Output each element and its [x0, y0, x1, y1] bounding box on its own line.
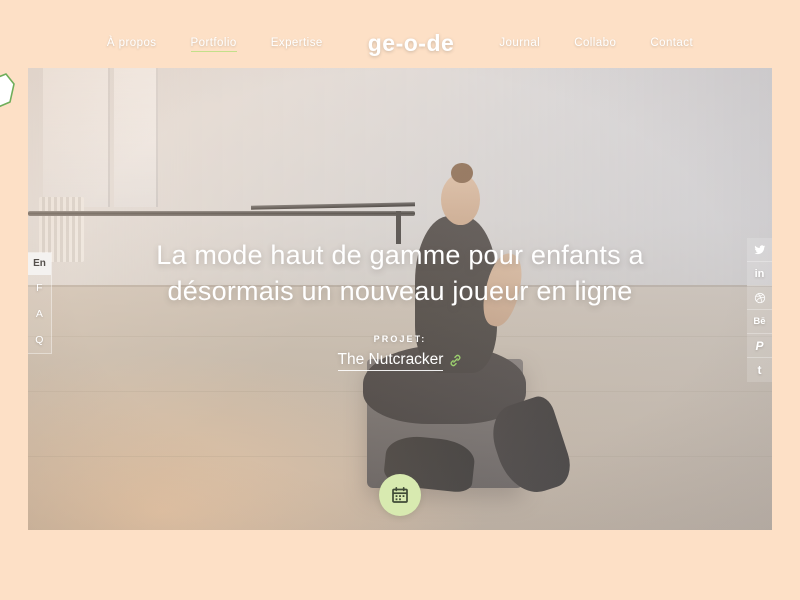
- project-link-row: The Nutcracker: [0, 351, 800, 371]
- twitter-icon: [754, 244, 765, 254]
- dribbble-icon: [754, 292, 765, 303]
- page-title: La mode haut de gamme pour enfants a dés…: [156, 240, 644, 306]
- project-link[interactable]: The Nutcracker: [337, 351, 444, 371]
- link-chain-icon[interactable]: [449, 354, 462, 367]
- site-logo[interactable]: ge-o-de: [368, 30, 455, 57]
- social-link-linkedin[interactable]: in: [747, 262, 772, 286]
- nav-link-portfolio[interactable]: Portfolio: [190, 34, 237, 52]
- language-tab-en[interactable]: En: [28, 253, 51, 275]
- nav-left-group: À propos Portfolio Expertise: [90, 34, 340, 52]
- studio-window: [42, 68, 110, 207]
- calendar-icon: [392, 486, 408, 503]
- ballet-barre: [28, 211, 415, 217]
- nav-link-expertise[interactable]: Expertise: [271, 34, 323, 52]
- dancer-hair-bun: [450, 162, 473, 184]
- faq-tab-letter-a[interactable]: A: [28, 301, 51, 327]
- social-link-dribbble[interactable]: [747, 286, 772, 310]
- calendar-cta-button[interactable]: [379, 474, 421, 516]
- nav-right-group: Journal Collabo Contact: [482, 34, 710, 52]
- studio-window: [113, 68, 159, 207]
- social-links-rail: in Bē P t: [747, 238, 772, 382]
- project-label: PROJET:: [373, 333, 427, 344]
- faq-tab-letter-f[interactable]: F: [28, 275, 51, 301]
- social-link-tumblr[interactable]: t: [747, 358, 772, 382]
- nav-link-journal[interactable]: Journal: [499, 34, 540, 52]
- faq-tab-letter-q[interactable]: Q: [28, 327, 51, 353]
- main-navigation: À propos Portfolio Expertise ge-o-de Jou…: [0, 28, 800, 58]
- nav-link-collabo[interactable]: Collabo: [574, 34, 616, 52]
- social-link-twitter[interactable]: [747, 238, 772, 262]
- left-side-tabs: En F A Q: [28, 252, 52, 354]
- social-link-behance[interactable]: Bē: [747, 310, 772, 334]
- pinterest-icon: P: [755, 338, 764, 353]
- hero-copy: La mode haut de gamme pour enfants a dés…: [0, 238, 800, 371]
- geode-gem-icon: [0, 73, 15, 108]
- nav-link-contact[interactable]: Contact: [650, 34, 693, 52]
- nav-link-a-propos[interactable]: À propos: [107, 34, 157, 52]
- social-link-pinterest[interactable]: P: [747, 334, 772, 358]
